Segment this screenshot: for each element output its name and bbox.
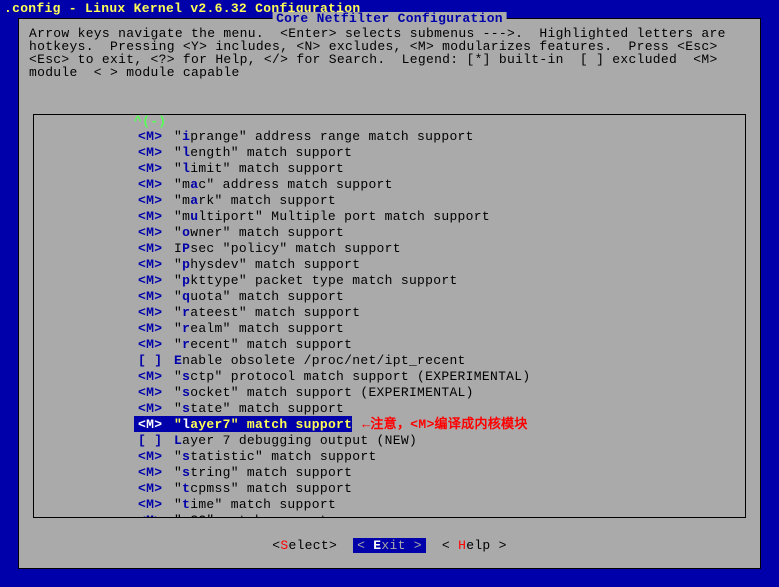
option-state: <M>	[134, 258, 174, 271]
option-item[interactable]: <M>"layer7" match support ←注意，<M>编译成内核模块	[34, 416, 745, 432]
option-state: <M>	[134, 242, 174, 255]
option-label: "multiport" Multiple port match support	[174, 210, 490, 223]
option-state: <M>	[134, 210, 174, 223]
option-label: "pkttype" packet type match support	[174, 274, 458, 287]
option-label: IPsec "policy" match support	[174, 242, 401, 255]
option-item[interactable]: <M>"quota" match support	[34, 288, 745, 304]
option-item[interactable]: <M>"rateest" match support	[34, 304, 745, 320]
option-label: "socket" match support (EXPERIMENTAL)	[174, 386, 474, 399]
option-label: "physdev" match support	[174, 258, 360, 271]
option-item[interactable]: [ ] Layer 7 debugging output (NEW)	[34, 432, 745, 448]
option-label: "statistic" match support	[174, 450, 377, 463]
option-state: <M>	[134, 226, 174, 239]
option-item[interactable]: <M>"physdev" match support	[34, 256, 745, 272]
option-item[interactable]: <M>"pkttype" packet type match support	[34, 272, 745, 288]
option-item[interactable]: <M>"socket" match support (EXPERIMENTAL)	[34, 384, 745, 400]
option-item[interactable]: <M>"mark" match support	[34, 192, 745, 208]
option-item[interactable]: <M>"statistic" match support	[34, 448, 745, 464]
option-state: <M>	[134, 130, 174, 143]
option-state: <M>	[134, 466, 174, 479]
option-label: "sctp" protocol match support (EXPERIMEN…	[174, 370, 530, 383]
option-item[interactable]: <M>"u32" match support	[34, 512, 745, 518]
option-item[interactable]: <M>IPsec "policy" match support	[34, 240, 745, 256]
option-label: "iprange" address range match support	[174, 130, 474, 143]
option-label: "limit" match support	[174, 162, 344, 175]
option-label: "mark" match support	[174, 194, 336, 207]
option-item[interactable]: <M>"length" match support	[34, 144, 745, 160]
option-label: "mac" address match support	[174, 178, 393, 191]
option-item[interactable]: <M>"iprange" address range match support	[34, 128, 745, 144]
option-item[interactable]: <M>"string" match support	[34, 464, 745, 480]
option-item[interactable]: <M>"recent" match support	[34, 336, 745, 352]
option-label: "rateest" match support	[174, 306, 360, 319]
option-label: "owner" match support	[174, 226, 344, 239]
option-label: "realm" match support	[174, 322, 344, 335]
option-item[interactable]: [ ] Enable obsolete /proc/net/ipt_recent	[34, 352, 745, 368]
exit-button[interactable]: < Exit >	[353, 538, 426, 553]
option-state: <M>	[134, 386, 174, 399]
option-label: Layer 7 debugging output (NEW)	[174, 434, 417, 447]
config-dialog: Core Netfilter Configuration Arrow keys …	[18, 18, 761, 569]
scroll-up-indicator[interactable]: ^(-)	[34, 115, 745, 128]
option-state: <M>	[134, 402, 174, 415]
option-state: <M>	[134, 338, 174, 351]
select-button[interactable]: <Select>	[272, 538, 337, 553]
option-state: [ ]	[134, 434, 174, 447]
option-label: "time" match support	[174, 498, 336, 511]
option-item[interactable]: <M>"multiport" Multiple port match suppo…	[34, 208, 745, 224]
option-label: "length" match support	[174, 146, 352, 159]
annotation-row: ←注意，<M>编译成内核模块	[362, 418, 527, 431]
option-state: <M>	[134, 370, 174, 383]
option-state: <M>	[134, 290, 174, 303]
option-label: "string" match support	[174, 466, 352, 479]
help-text: Arrow keys navigate the menu. <Enter> se…	[19, 19, 760, 83]
dialog-title: Core Netfilter Configuration	[272, 12, 507, 25]
option-state: <M>	[134, 450, 174, 463]
option-label: "recent" match support	[174, 338, 352, 351]
option-label: "quota" match support	[174, 290, 344, 303]
option-state: <M>	[134, 274, 174, 287]
button-row: <Select> < Exit > < Help >	[19, 538, 760, 553]
option-list[interactable]: ^(-) <M>"iprange" address range match su…	[33, 114, 746, 518]
option-item[interactable]: <M>"time" match support	[34, 496, 745, 512]
help-button[interactable]: < Help >	[442, 538, 507, 553]
option-item[interactable]: <M>"sctp" protocol match support (EXPERI…	[34, 368, 745, 384]
option-state: <M>	[134, 482, 174, 495]
option-item[interactable]: <M>"owner" match support	[34, 224, 745, 240]
option-label: "tcpmss" match support	[174, 482, 352, 495]
option-state: <M>	[134, 514, 174, 519]
option-label: "state" match support	[174, 402, 344, 415]
option-state: <M>	[134, 498, 174, 511]
option-item[interactable]: <M>"limit" match support	[34, 160, 745, 176]
option-label: "layer7" match support	[174, 418, 352, 431]
option-state: <M>	[134, 146, 174, 159]
option-item[interactable]: <M>"tcpmss" match support	[34, 480, 745, 496]
option-state: <M>	[134, 322, 174, 335]
option-state: <M>	[134, 306, 174, 319]
option-item[interactable]: <M>"mac" address match support	[34, 176, 745, 192]
option-state: <M>	[134, 162, 174, 175]
option-state: [ ]	[134, 354, 174, 367]
option-state: <M>	[134, 178, 174, 191]
option-item[interactable]: <M>"realm" match support	[34, 320, 745, 336]
option-state: <M>	[134, 418, 174, 431]
option-item[interactable]: <M>"state" match support	[34, 400, 745, 416]
option-label: "u32" match support	[174, 514, 328, 519]
option-label: Enable obsolete /proc/net/ipt_recent	[174, 354, 466, 367]
option-state: <M>	[134, 194, 174, 207]
